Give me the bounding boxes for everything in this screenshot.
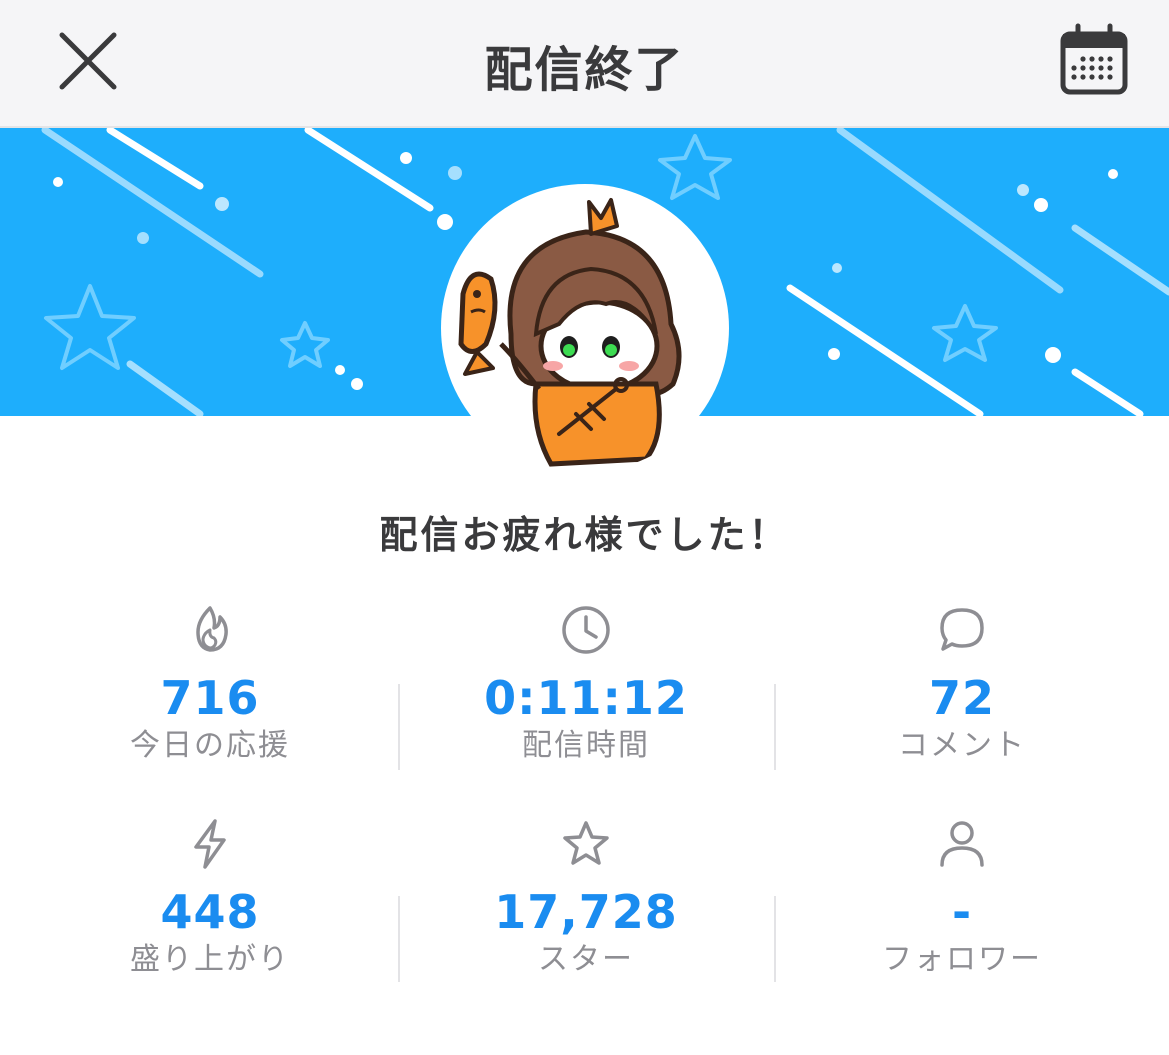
- stat-value: 716: [160, 671, 260, 725]
- stat-excitement: 448 盛り上がり: [60, 818, 360, 980]
- person-icon: [940, 821, 984, 867]
- star-icon: [563, 821, 609, 865]
- calendar-icon: [1060, 23, 1128, 95]
- top-bar: 配信終了: [0, 0, 1169, 128]
- stat-label: スター: [538, 942, 634, 977]
- stat-value: 72: [928, 671, 995, 725]
- stat-value: 17,728: [494, 885, 678, 939]
- character-illustration: [458, 198, 682, 467]
- divider: [774, 684, 776, 770]
- stat-label: コメント: [898, 728, 1026, 763]
- stat-label: フォロワー: [882, 942, 1042, 977]
- stat-value: 0:11:12: [484, 671, 688, 725]
- stat-stars: 17,728 スター: [436, 818, 736, 980]
- clock-icon: [562, 606, 610, 654]
- flame-icon: [196, 606, 228, 652]
- stat-label: 今日の応援: [130, 728, 290, 763]
- stat-followers: - フォロワー: [812, 818, 1112, 980]
- stat-stream-time: 0:11:12 配信時間: [436, 604, 736, 766]
- divider: [774, 896, 776, 982]
- stat-label: 配信時間: [522, 728, 650, 763]
- greeting-message: 配信お疲れ様でした！: [379, 513, 790, 557]
- divider: [398, 896, 400, 982]
- stat-value: 448: [160, 885, 260, 939]
- stat-label: 盛り上がり: [130, 942, 290, 977]
- lightning-icon: [194, 819, 226, 869]
- stat-comments: 72 コメント: [812, 604, 1112, 766]
- avatar: [441, 184, 729, 472]
- stat-today-support: 716 今日の応援: [60, 604, 360, 766]
- stat-value: -: [951, 885, 973, 939]
- comment-icon: [940, 608, 984, 651]
- calendar-button[interactable]: [1058, 22, 1130, 98]
- divider: [398, 684, 400, 770]
- page-title: 配信終了: [484, 42, 685, 98]
